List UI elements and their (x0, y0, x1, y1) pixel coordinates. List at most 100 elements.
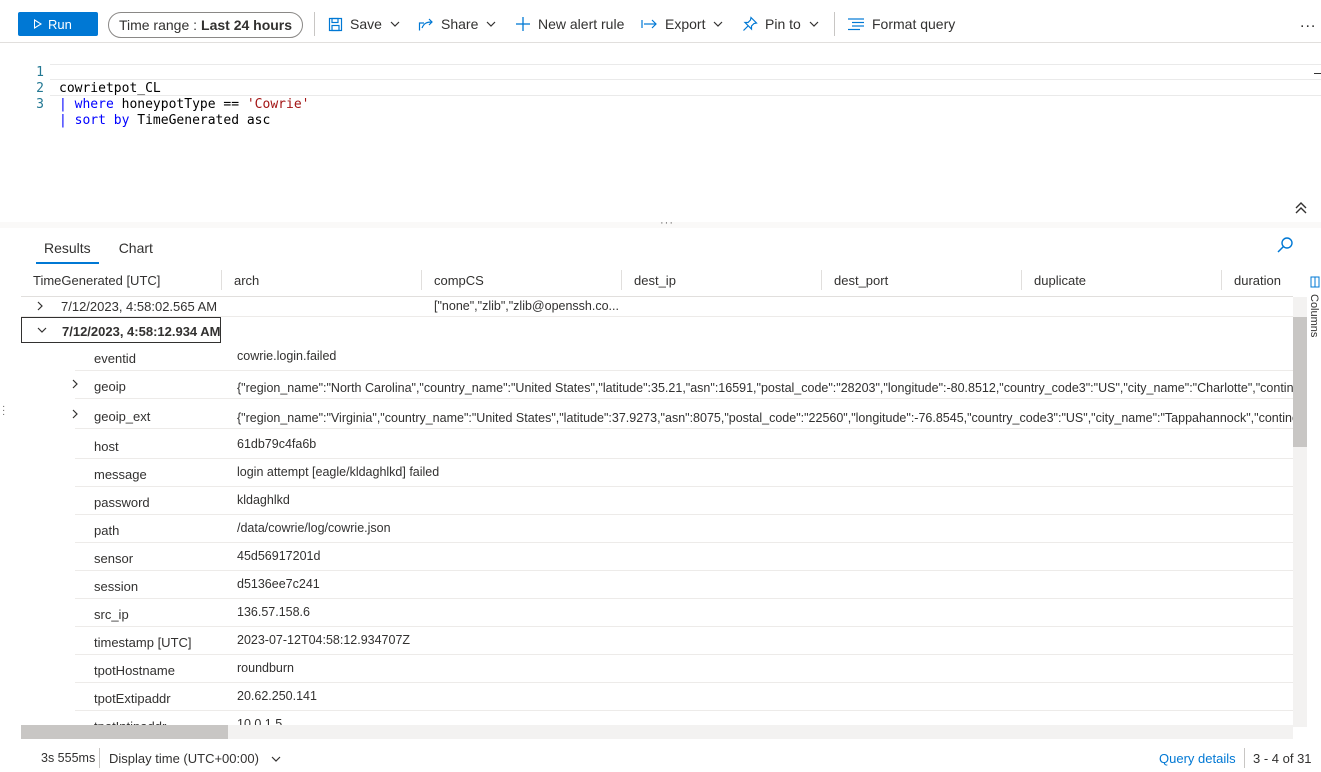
time-range-picker[interactable]: Time range : Last 24 hours (108, 12, 303, 38)
column-resizer[interactable] (1021, 270, 1022, 290)
column-resizer[interactable] (821, 270, 822, 290)
detail-row: tpotExtipaddr 20.62.250.141 (75, 683, 1293, 711)
columns-icon (1310, 276, 1320, 288)
status-bar: 3s 555ms Display time (UTC+00:00) Query … (0, 742, 1321, 772)
code-line-2: 2 | where honeypotType == 'Cowrie' (0, 65, 309, 112)
table-name-token: cowrietpot_CL (59, 81, 161, 96)
detail-key: tpotHostname (94, 663, 175, 678)
keyword-token: sort by (74, 113, 130, 128)
detail-row: host 61db79c4fa6b (75, 431, 1293, 459)
detail-key: password (94, 495, 150, 510)
detail-value: login attempt [eagle/kldaghlkd] failed (237, 465, 440, 479)
column-resizer[interactable] (1221, 270, 1222, 290)
column-header[interactable]: duration (1234, 273, 1281, 288)
detail-row: src_ip 136.57.158.6 (75, 599, 1293, 627)
toolbar-divider (314, 12, 315, 36)
current-line-highlight (50, 80, 1321, 96)
export-button[interactable]: Export (641, 12, 723, 36)
splitter-grip-icon[interactable]: ··· (660, 217, 674, 229)
column-header[interactable]: compCS (434, 273, 484, 288)
column-header[interactable]: TimeGenerated [UTC] (33, 273, 160, 288)
horizontal-scrollbar[interactable] (21, 725, 1293, 739)
column-resizer[interactable] (421, 270, 422, 290)
tab-chart[interactable]: Chart (111, 236, 161, 264)
detail-key: sensor (94, 551, 134, 566)
side-grip-icon[interactable]: · · · (2, 402, 5, 420)
columns-label: Columns (1308, 294, 1320, 338)
current-line-highlight (50, 64, 1321, 80)
detail-row: eventid cowrie.login.failed (75, 343, 1293, 371)
time-range-label: Time range : (118, 17, 198, 33)
save-label: Save (350, 16, 382, 32)
toolbar-divider (834, 12, 835, 36)
detail-row: sensor 45d56917201d (75, 543, 1293, 571)
collapse-editor-icon[interactable] (1292, 201, 1310, 215)
detail-key: session (94, 579, 139, 594)
column-header[interactable]: dest_ip (634, 273, 676, 288)
tab-results[interactable]: Results (36, 236, 99, 264)
detail-value: roundburn (237, 661, 294, 675)
chevron-right-icon[interactable] (37, 301, 44, 311)
time-generated-cell: 7/12/2023, 4:58:02.565 AM (61, 299, 218, 314)
chevron-down-icon (809, 21, 819, 27)
table-row-expanded[interactable]: 7/12/2023, 4:58:12.934 AM (21, 317, 221, 343)
play-icon (34, 19, 42, 29)
compcs-cell: ["none","zlib","zlib@openssh.co... (434, 299, 619, 313)
column-header[interactable]: dest_port (834, 273, 888, 288)
time-generated-cell: 7/12/2023, 4:58:12.934 AM (62, 324, 221, 339)
record-range: 3 - 4 of 31 (1253, 751, 1312, 766)
new-alert-label: New alert rule (538, 16, 625, 32)
query-toolbar: Run Time range : Last 24 hours Save Shar… (0, 0, 1321, 42)
pin-icon (743, 16, 758, 31)
query-duration: 3s 555ms (41, 751, 96, 765)
format-query-button[interactable]: Format query (847, 12, 955, 36)
detail-value: {"region_name":"Virginia","country_name"… (237, 411, 1293, 425)
code-line-3: 3 | sort by TimeGenerated asc (0, 81, 270, 128)
columns-panel-toggle[interactable]: Columns (1308, 276, 1321, 346)
detail-key: timestamp [UTC] (94, 635, 192, 650)
horizontal-scroll-thumb[interactable] (21, 725, 228, 739)
detail-row[interactable]: geoip_ext {"region_name":"Virginia","coun… (72, 401, 1293, 429)
operator-token: == (223, 97, 240, 112)
save-button[interactable]: Save (328, 12, 400, 36)
export-label: Export (665, 16, 706, 32)
detail-key: tpotExtipaddr (94, 691, 171, 706)
query-editor[interactable]: 1 cowrietpot_CL 2 | where honeypotType =… (0, 42, 1321, 222)
column-header[interactable]: duplicate (1034, 273, 1086, 288)
detail-value: {"region_name":"North Carolina","country… (237, 381, 1293, 395)
line-number: 2 (36, 81, 44, 96)
detail-row[interactable]: geoip {"region_name":"North Carolina","co… (72, 371, 1293, 399)
chevron-down-icon[interactable] (37, 327, 47, 334)
more-options-button[interactable]: ... (1300, 14, 1316, 32)
field-token: honeypotType (121, 97, 216, 112)
code-text: | where honeypotType == 'Cowrie' (59, 97, 309, 113)
chevron-right-icon[interactable] (72, 379, 79, 389)
pin-to-button[interactable]: Pin to (742, 12, 819, 36)
detail-row: path/data/cowrie/log/cowrie.json (75, 515, 1293, 543)
detail-row: message login attempt [eagle/kldaghlkd] f… (75, 459, 1293, 487)
code-line-1: 1 cowrietpot_CL (0, 49, 161, 96)
detail-value: 2023-07-12T04:58:12.934707Z (237, 633, 411, 647)
pipe-token: | (59, 113, 67, 128)
order-token: asc (246, 113, 271, 128)
new-alert-rule-button[interactable]: New alert rule (515, 12, 624, 36)
vertical-scroll-thumb[interactable] (1293, 317, 1307, 447)
vertical-scrollbar[interactable] (1293, 297, 1307, 727)
display-time-selector[interactable]: Display time (UTC+00:00) (109, 751, 281, 766)
column-resizer[interactable] (621, 270, 622, 290)
table-row[interactable]: 7/12/2023, 4:58:02.565 AM ["none","zlib"… (21, 297, 1293, 317)
share-button[interactable]: Share (418, 12, 496, 36)
chevron-right-icon[interactable] (72, 409, 79, 419)
chevron-down-icon (714, 21, 723, 27)
query-details-link[interactable]: Query details (1159, 751, 1236, 766)
pin-label: Pin to (765, 16, 801, 32)
status-divider (1244, 748, 1245, 768)
column-header[interactable]: arch (234, 273, 259, 288)
detail-row: tpotIntipaddr10.0.1.5 (75, 711, 1293, 726)
run-button[interactable]: Run (18, 12, 98, 36)
status-divider (99, 748, 100, 768)
chevron-down-icon (390, 21, 400, 27)
search-icon[interactable] (1276, 236, 1294, 254)
column-resizer[interactable] (221, 270, 222, 290)
detail-row: timestamp [UTC] 2023-07-12T04:58:12.93470… (75, 627, 1293, 655)
